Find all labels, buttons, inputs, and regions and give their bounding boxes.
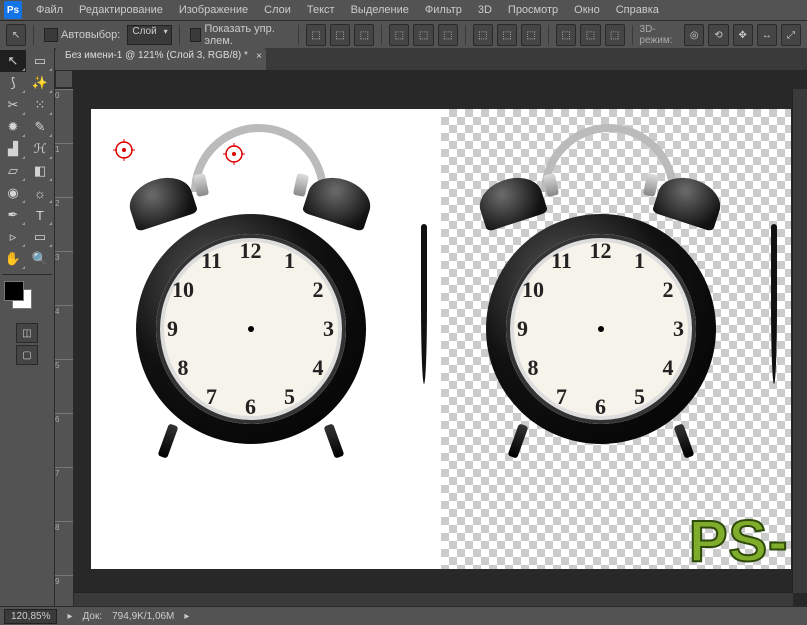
canvas-viewport[interactable]: 121234567891011 121234567891011 [74, 89, 807, 607]
status-chevron-icon[interactable]: ▸ [184, 611, 189, 622]
current-tool-icon[interactable]: ↖ [6, 24, 26, 46]
menu-layers[interactable]: Слои [256, 2, 299, 18]
menu-bar: Ps Файл Редактирование Изображение Слои … [0, 0, 807, 21]
gradient-tool[interactable]: ◧ [27, 160, 53, 182]
align-bottom-icon[interactable]: ⬚ [354, 24, 374, 46]
move-tool[interactable]: ↖ [0, 50, 26, 72]
distribute-icon[interactable]: ⬚ [497, 24, 517, 46]
dodge-tool[interactable]: ☼ [27, 182, 53, 204]
menu-view[interactable]: Просмотр [500, 2, 566, 18]
separator [179, 25, 180, 45]
menu-filter[interactable]: Фильтр [417, 2, 470, 18]
color-swatches[interactable] [4, 281, 50, 317]
type-tool[interactable]: T [27, 204, 53, 226]
eraser-tool[interactable]: ▱ [0, 160, 26, 182]
lasso-tool[interactable]: ⟆ [0, 72, 26, 94]
spot-heal-tool[interactable]: ✹ [0, 116, 26, 138]
threeD-slide-icon[interactable]: ↔ [757, 24, 777, 46]
app-logo: Ps [4, 1, 22, 19]
close-tab-icon[interactable]: × [256, 51, 262, 62]
options-bar: ↖ Автовыбор: Слой Показать упр. элем. ⬚ … [0, 21, 807, 50]
clock-image-left: 121234567891011 [121, 124, 381, 444]
ruler-vertical[interactable]: 0123456789 [55, 89, 74, 607]
align-left-icon[interactable]: ⬚ [389, 24, 409, 46]
brush-tool[interactable]: ✎ [27, 116, 53, 138]
threeD-pan-icon[interactable]: ✥ [733, 24, 753, 46]
separator [33, 25, 34, 45]
distribute-icon[interactable]: ⬚ [473, 24, 493, 46]
document-canvas[interactable]: 121234567891011 121234567891011 [91, 109, 791, 569]
doc-size-value: 794,9K/1,06M [112, 611, 174, 622]
status-chevron-icon[interactable]: ▸ [67, 611, 72, 622]
tools-panel: ↖ ▭ ⟆ ✨ ✂ ⁙ ✹ ✎ ▟ ℋ ▱ ◧ ◉ ☼ ✒ T ▹ ▭ ✋ 🔍 … [0, 48, 55, 607]
threeD-orbit-icon[interactable]: ◎ [684, 24, 704, 46]
zoom-field[interactable]: 120,85% [4, 609, 57, 624]
eyedropper-tool[interactable]: ⁙ [27, 94, 53, 116]
zoom-tool[interactable]: 🔍 [27, 248, 53, 270]
history-brush-tool[interactable]: ℋ [27, 138, 53, 160]
autoselect-target-select[interactable]: Слой [127, 25, 171, 45]
scrollbar-horizontal[interactable] [74, 592, 793, 607]
distribute-icon[interactable]: ⬚ [556, 24, 576, 46]
separator [381, 25, 382, 45]
separator [632, 25, 633, 45]
align-top-icon[interactable]: ⬚ [306, 24, 326, 46]
menu-help[interactable]: Справка [608, 2, 667, 18]
menu-select[interactable]: Выделение [343, 2, 417, 18]
autoselect-checkbox[interactable] [44, 28, 58, 42]
shape-tool[interactable]: ▭ [27, 226, 53, 248]
document-tab-title: Без имени-1 @ 121% (Слой 3, RGB/8) * [65, 50, 248, 61]
menu-image[interactable]: Изображение [171, 2, 256, 18]
separator [548, 25, 549, 45]
autoselect-control[interactable]: Автовыбор: [41, 28, 123, 42]
menu-text[interactable]: Текст [299, 2, 343, 18]
menu-3d[interactable]: 3D [470, 2, 500, 18]
canvas-right-half: 121234567891011 PS- [441, 109, 791, 569]
distribute-icon[interactable]: ⬚ [605, 24, 625, 46]
show-controls-label: Показать упр. элем. [204, 23, 288, 47]
distribute-icon[interactable]: ⬚ [521, 24, 541, 46]
pen-tool[interactable]: ✒ [0, 204, 26, 226]
menu-file[interactable]: Файл [28, 2, 71, 18]
separator [465, 25, 466, 45]
separator [298, 25, 299, 45]
blur-tool[interactable]: ◉ [0, 182, 26, 204]
align-right-icon[interactable]: ⬚ [438, 24, 458, 46]
tab-strip: Без имени-1 @ 121% (Слой 3, RGB/8) * × [55, 48, 807, 70]
show-controls-checkbox[interactable] [190, 28, 202, 42]
clock-image-right: 121234567891011 [471, 124, 731, 444]
quickmask-toggle[interactable]: ◫ [16, 323, 38, 343]
foreground-color[interactable] [4, 281, 24, 301]
menu-window[interactable]: Окно [566, 2, 608, 18]
document-tab[interactable]: Без имени-1 @ 121% (Слой 3, RGB/8) * × [55, 48, 266, 70]
ruler-origin[interactable] [55, 70, 73, 88]
status-bar: 120,85% ▸ Док: 794,9K/1,06M ▸ [0, 606, 807, 625]
threeD-label: 3D-режим: [640, 24, 681, 46]
threeD-scale-icon[interactable]: ⤢ [781, 24, 801, 46]
doc-size-label: Док: [83, 611, 103, 622]
watermark-text: PS- [689, 508, 789, 575]
document-area: Без имени-1 @ 121% (Слой 3, RGB/8) * × -… [55, 48, 807, 607]
path-select-tool[interactable]: ▹ [0, 226, 26, 248]
menu-edit[interactable]: Редактирование [71, 2, 171, 18]
align-vcenter-icon[interactable]: ⬚ [330, 24, 350, 46]
stamp-tool[interactable]: ▟ [0, 138, 26, 160]
crop-tool[interactable]: ✂ [0, 94, 26, 116]
distribute-icon[interactable]: ⬚ [580, 24, 600, 46]
magic-wand-tool[interactable]: ✨ [27, 72, 53, 94]
canvas-left-half: 121234567891011 [91, 109, 441, 569]
autoselect-label: Автовыбор: [61, 29, 120, 41]
hand-tool[interactable]: ✋ [0, 248, 26, 270]
threeD-roll-icon[interactable]: ⟲ [708, 24, 728, 46]
show-controls-control[interactable]: Показать упр. элем. [187, 23, 291, 47]
marquee-tool[interactable]: ▭ [27, 50, 53, 72]
screenmode-toggle[interactable]: ▢ [16, 345, 38, 365]
align-hcenter-icon[interactable]: ⬚ [413, 24, 433, 46]
scrollbar-vertical[interactable] [792, 89, 807, 593]
